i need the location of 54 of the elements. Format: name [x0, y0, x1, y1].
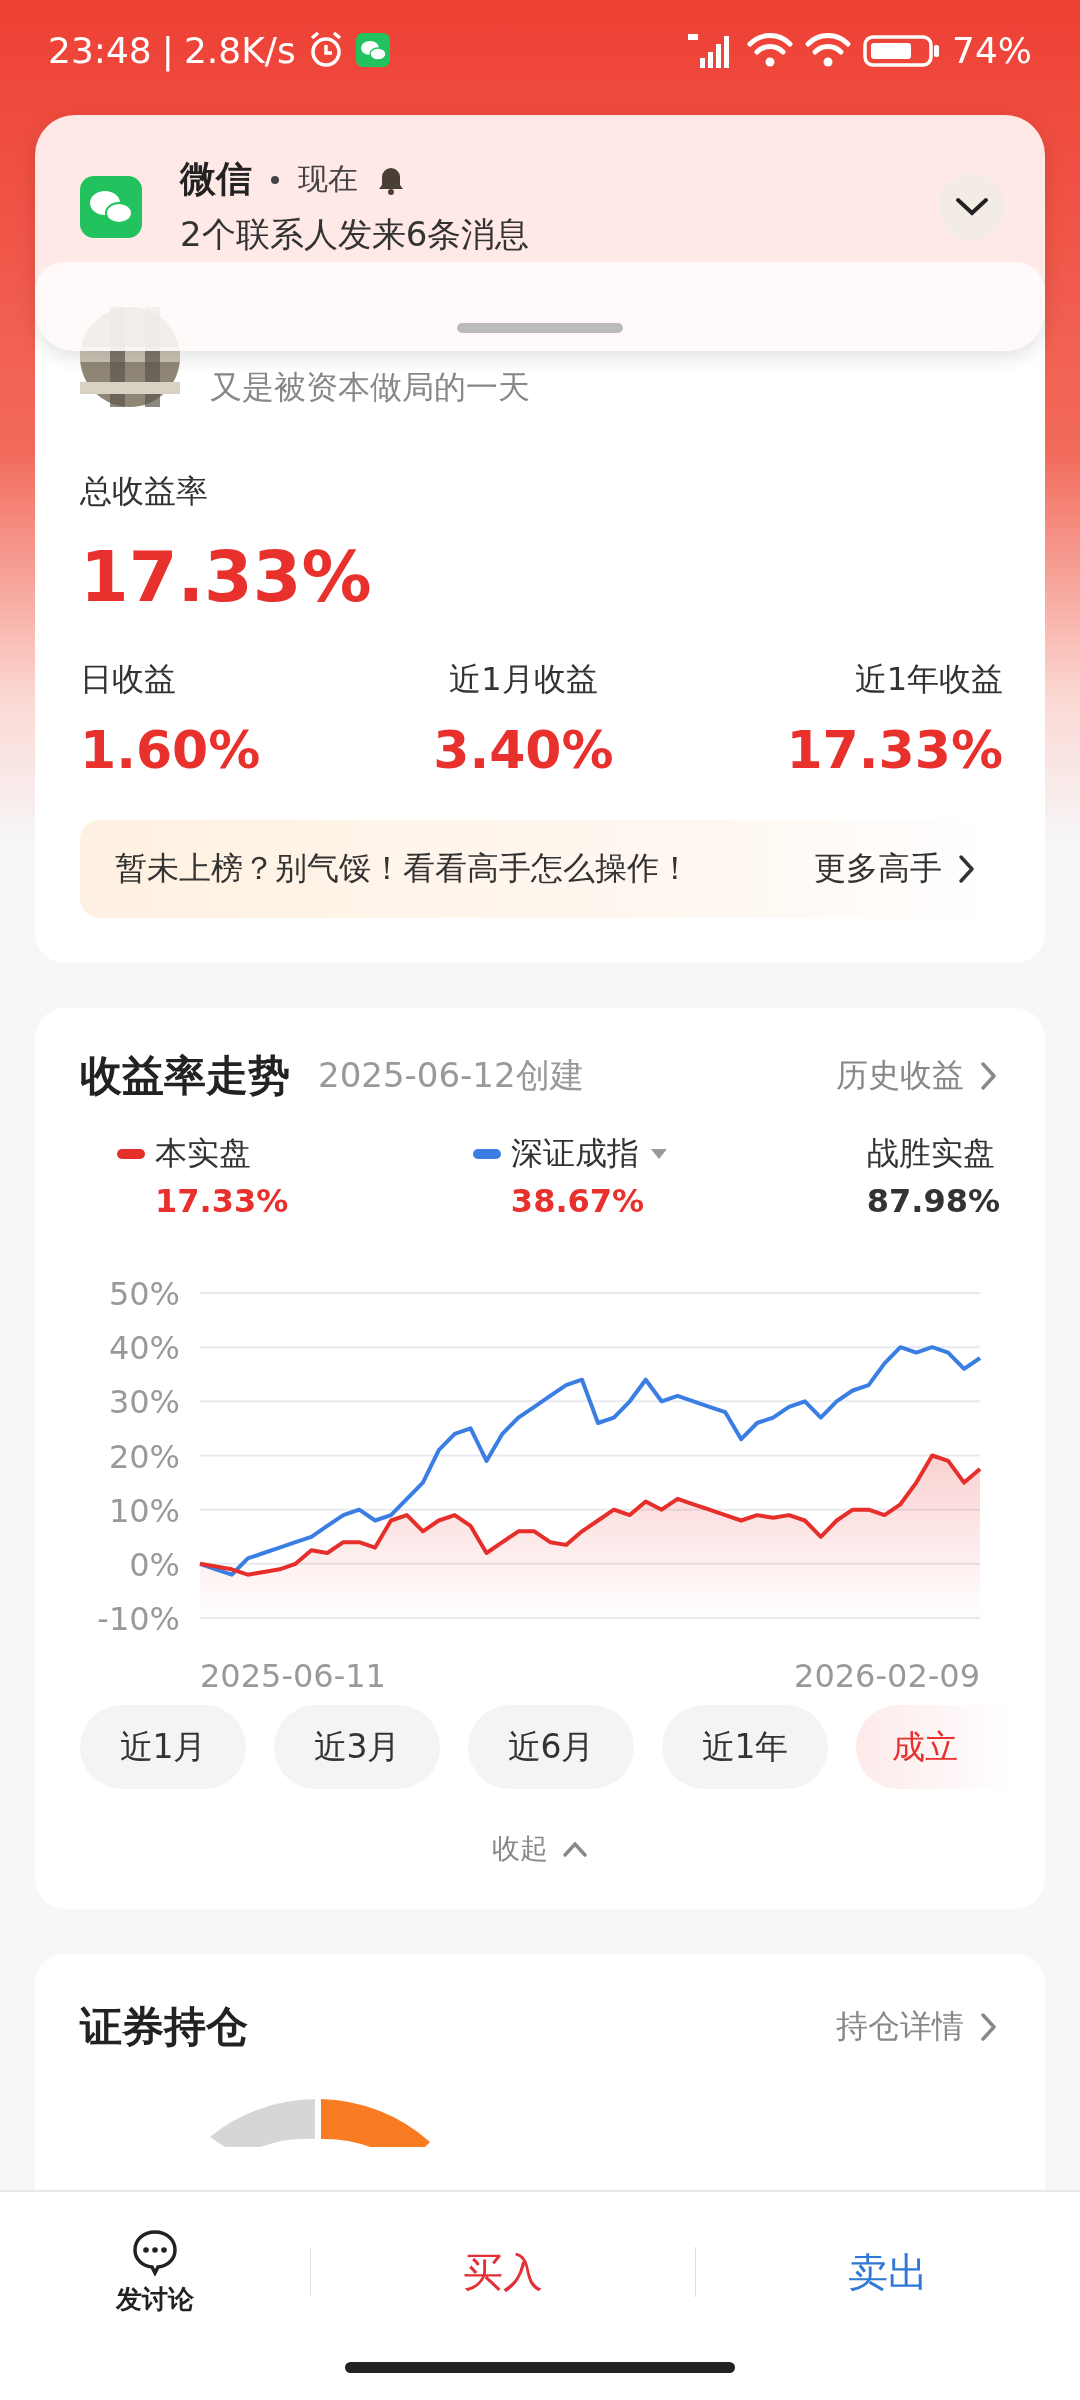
axis-tick-label: 0%	[129, 1545, 180, 1584]
notification-message: 2个联系人发来6条消息	[180, 213, 531, 256]
stat-label: 近1月收益	[449, 659, 598, 700]
chevron-down-icon	[955, 196, 989, 217]
legend-value: 38.67%	[510, 1182, 646, 1220]
legend-label: 深证成指	[510, 1133, 639, 1174]
legend-value: 17.33%	[155, 1182, 290, 1220]
separator: |	[161, 29, 174, 71]
total-return-value: 17.33%	[80, 536, 373, 618]
axis-tick-label: 2025-06-11	[200, 1657, 386, 1695]
created-date: 2025-06-12创建	[318, 1054, 585, 1097]
range-tab[interactable]: 近3月	[274, 1705, 440, 1789]
dropdown-triangle-icon[interactable]	[648, 1147, 669, 1161]
drag-handle[interactable]	[457, 323, 623, 333]
axis-tick-label: 20%	[108, 1437, 180, 1476]
stat-value: 3.40%	[433, 720, 614, 780]
axis-tick-label: 50%	[108, 1275, 180, 1313]
chat-app-icon	[355, 33, 390, 67]
axis-tick-label: 40%	[108, 1329, 180, 1368]
section-title: 收益率走势	[80, 1050, 290, 1102]
dot-icon	[270, 174, 280, 185]
chat-app-icon	[80, 175, 142, 238]
app-name: 微信	[180, 157, 252, 201]
axis-tick-label: 10%	[108, 1491, 180, 1530]
stat-label: 日收益	[80, 659, 177, 700]
chevron-up-icon	[562, 1840, 588, 1858]
chat-bubble-icon	[131, 2227, 179, 2276]
discuss-button[interactable]: 发讨论	[0, 2227, 310, 2317]
stat-value: 17.33%	[786, 720, 1003, 780]
stat-label: 近1年收益	[854, 659, 1003, 700]
section-title: 证券持仓	[80, 2001, 249, 2053]
holdings-detail-link[interactable]: 持仓详情	[836, 2005, 1000, 2049]
history-returns-link[interactable]: 历史收益	[836, 1054, 1000, 1098]
battery-percent: 74%	[952, 29, 1032, 71]
clock-time: 23:48	[48, 29, 152, 71]
axis-tick-label: -10%	[97, 1600, 180, 1638]
axis-tick-label: 2026-02-09	[794, 1657, 980, 1695]
axis-tick-label: 30%	[108, 1383, 180, 1422]
range-tab[interactable]: 近1月	[80, 1705, 246, 1789]
network-speed: 2.8K/s	[183, 29, 296, 71]
user-bio: 又是被资本做局的一天	[210, 367, 530, 408]
stat-label: 战胜实盘	[866, 1133, 996, 1174]
legend-label: 本实盘	[155, 1133, 251, 1174]
stat-value: 1.60%	[80, 720, 261, 780]
notification-time: 现在	[298, 160, 358, 198]
stat-value: 87.98%	[866, 1182, 1000, 1220]
range-tab[interactable]: 近6月	[468, 1705, 634, 1789]
banner-text: 暂未上榜？别气馁！看看高手怎么操作！	[115, 848, 692, 889]
range-tab[interactable]: 近1年	[662, 1705, 828, 1789]
buy-button[interactable]: 买入	[311, 2222, 695, 2322]
sell-button[interactable]: 卖出	[696, 2222, 1080, 2322]
collapse-button[interactable]: 收起	[486, 1829, 594, 1869]
more-experts-link[interactable]: 更多高手	[814, 847, 978, 891]
total-return-label: 总收益率	[80, 471, 209, 512]
